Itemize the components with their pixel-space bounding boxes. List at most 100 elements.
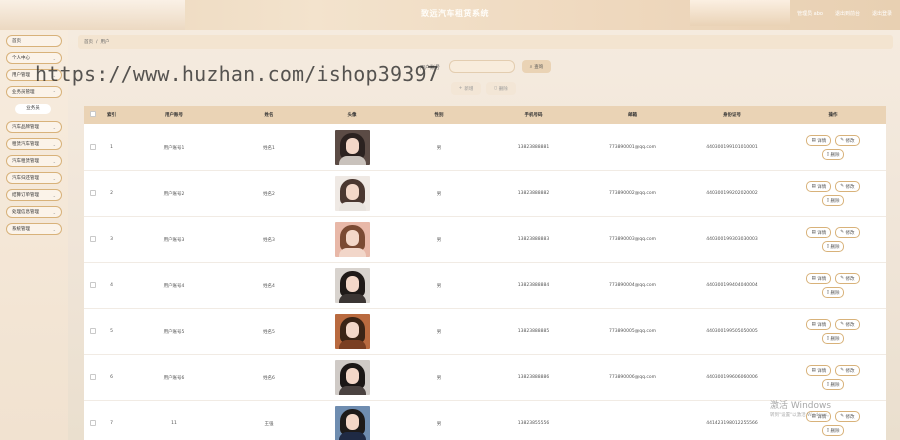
delete-button[interactable]: ▯ 删除 (821, 195, 845, 206)
sidebar-item-settlement[interactable]: 结算订单管理 ⌄ (6, 189, 62, 201)
cell-index: 6 (110, 375, 113, 380)
detail-button[interactable]: ▤ 详情 (806, 135, 832, 146)
delete-button[interactable]: ▯ 删除 (821, 379, 845, 390)
row-checkbox-cell (84, 281, 102, 290)
table-row: 5 用户账号5 姓名5 男 13823888885 773890005@qq.com 440… (84, 309, 886, 355)
cell-account: 用户账号3 (163, 237, 185, 243)
row-checkbox-cell (84, 189, 102, 198)
document-icon: ▤ (811, 230, 816, 235)
column-header-index: 索引 (107, 113, 116, 118)
row-checkbox[interactable] (90, 419, 96, 426)
top-links: 管理员 abo 退出到前台 退出登录 (797, 10, 892, 17)
admin-user-link[interactable]: 管理员 abo (797, 10, 823, 17)
add-button-label: 新增 (464, 86, 474, 92)
row-checkbox[interactable] (90, 189, 96, 196)
edit-button-label: 修改 (845, 138, 855, 144)
detail-button-label: 详情 (817, 230, 827, 236)
table-row: 3 用户账号3 姓名3 男 13823888883 773890003@qq.com 440… (84, 217, 886, 263)
sidebar-item-system[interactable]: 系统管理 ⌄ (6, 223, 62, 235)
detail-button[interactable]: ▤ 详情 (806, 319, 832, 330)
delete-button-label: 删除 (830, 336, 840, 342)
avatar (334, 314, 370, 349)
delete-button-label: 删除 (830, 382, 840, 388)
sidebar-item-car-return[interactable]: 汽车归还管理 ⌄ (6, 172, 62, 184)
pencil-icon: ✎ (840, 368, 845, 373)
edit-button[interactable]: ✎ 修改 (835, 227, 860, 238)
logout-link[interactable]: 退出登录 (872, 10, 892, 17)
row-actions: ▤ 详情 ✎ 修改 ▯ 删除 (781, 227, 885, 252)
row-actions: ▤ 详情 ✎ 修改 ▯ 删除 (781, 135, 885, 160)
select-all-checkbox[interactable] (90, 111, 96, 117)
delete-button[interactable]: ▯ 删除 (821, 241, 845, 252)
row-checkbox[interactable] (90, 235, 96, 242)
cell-account: 11 (171, 421, 177, 426)
search-input[interactable] (449, 60, 515, 73)
column-header-name[interactable]: 姓名 (227, 112, 311, 118)
edit-button[interactable]: ✎ 修改 (835, 181, 860, 192)
delete-button[interactable]: ▯ 删除 (821, 425, 845, 436)
edit-button[interactable]: ✎ 修改 (835, 319, 860, 330)
add-button[interactable]: + 新增 (451, 82, 481, 95)
row-checkbox[interactable] (90, 327, 96, 334)
column-header-account[interactable]: 用户账号 (121, 112, 227, 118)
row-checkbox-cell (84, 373, 102, 382)
cell-email: 773890005@qq.com (608, 329, 657, 334)
sidebar-item-salesman[interactable]: 业务员管理 ⌃ (6, 86, 62, 98)
cell-sex: 男 (436, 421, 442, 427)
search-button[interactable]: ⌕ 查询 (522, 60, 551, 73)
submenu-item-salesman[interactable]: 业务员 (15, 104, 51, 114)
edit-button-label: 修改 (845, 322, 855, 328)
delete-button[interactable]: ▯ 删除 (821, 333, 845, 344)
detail-button[interactable]: ▤ 详情 (806, 365, 832, 376)
sidebar-item-users[interactable]: 用户管理 ⌄ (6, 69, 62, 81)
trash-icon: ▯ (826, 244, 829, 249)
sidebar-item-rental-car[interactable]: 租赁汽车管理 ⌄ (6, 138, 62, 150)
delete-button[interactable]: ▯ 删除 (821, 149, 845, 160)
sidebar-item-label: 汽车租赁管理 (12, 159, 39, 164)
sidebar-item-home[interactable]: 首页 (6, 35, 62, 47)
row-checkbox[interactable] (90, 281, 96, 288)
user-table: 索引 用户账号 姓名 头像 性别 手机号码 邮箱 身份证号 操作 1 用户账号1 姓… (84, 106, 886, 440)
delete-button[interactable]: ▯ 删除 (821, 287, 845, 298)
batch-delete-button[interactable]: ▯ 删除 (486, 82, 516, 95)
detail-button[interactable]: ▤ 详情 (806, 227, 832, 238)
cell-idcard: 441423198012255566 (706, 421, 758, 426)
table-row: 6 用户账号6 姓名6 男 13823888886 773890006@qq.com 440… (84, 355, 886, 401)
row-checkbox[interactable] (90, 373, 96, 380)
detail-button[interactable]: ▤ 详情 (806, 181, 832, 192)
front-page-link[interactable]: 退出到前台 (835, 10, 860, 17)
sidebar-item-car-rental[interactable]: 汽车租赁管理 ⌄ (6, 155, 62, 167)
column-header-idcard[interactable]: 身份证号 (683, 112, 781, 118)
column-header-phone[interactable]: 手机号码 (485, 112, 582, 118)
document-icon: ▤ (811, 138, 816, 143)
cell-idcard: 440300199101010001 (706, 145, 758, 150)
trash-icon: ▯ (826, 198, 829, 203)
edit-button[interactable]: ✎ 修改 (835, 365, 860, 376)
edit-button[interactable]: ✎ 修改 (835, 135, 860, 146)
cell-account: 用户账号2 (163, 191, 185, 197)
row-checkbox[interactable] (90, 143, 96, 150)
cell-name: 王强 (264, 421, 274, 427)
cell-name: 姓名4 (263, 283, 275, 289)
detail-button[interactable]: ▤ 详情 (806, 273, 832, 284)
pencil-icon: ✎ (840, 184, 845, 189)
edit-button[interactable]: ✎ 修改 (835, 273, 860, 284)
header-decoration (690, 0, 790, 26)
column-header-email[interactable]: 邮箱 (582, 112, 683, 118)
column-header-sex[interactable]: 性别 (393, 112, 485, 118)
column-header-avatar[interactable]: 头像 (311, 112, 393, 118)
cell-phone: 13823888886 (517, 375, 550, 380)
sidebar-item-car-brand[interactable]: 汽车品牌管理 ⌄ (6, 121, 62, 133)
document-icon: ▤ (811, 184, 816, 189)
trash-icon: ▯ (826, 428, 829, 433)
sidebar-item-profile[interactable]: 个人中心 ⌄ (6, 52, 62, 64)
sidebar-item-handling[interactable]: 处理信息管理 ⌄ (6, 206, 62, 218)
edit-button[interactable]: ✎ 修改 (835, 411, 860, 422)
breadcrumb-home[interactable]: 首页 (84, 39, 93, 45)
trash-icon: ▯ (826, 290, 829, 295)
cell-actions: ▤ 详情 ✎ 修改 ▯ 删除 (781, 273, 885, 298)
cell-index: 2 (110, 191, 113, 196)
trash-icon: ▯ (826, 336, 829, 341)
cell-phone: 13823888884 (517, 283, 550, 288)
activation-subtitle: 转到"设置"以激活 Windows。 (770, 413, 832, 418)
